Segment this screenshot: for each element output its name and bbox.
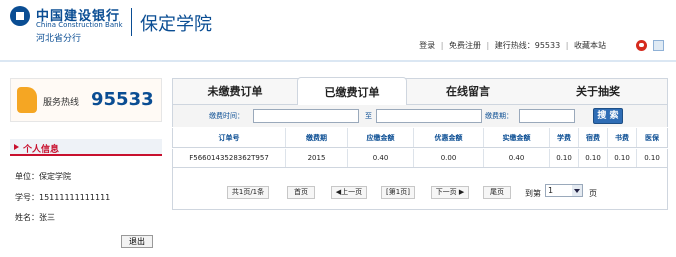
tab-online-message[interactable]: 在线留言 <box>407 79 529 104</box>
unit-info: 单位：保定学院 <box>15 172 71 181</box>
column-header: 订单号 <box>173 128 286 147</box>
page-header: 中国建设银行 China Construction Bank 河北省分行 保定学… <box>0 0 676 62</box>
first-page-button[interactable]: 首页 <box>287 186 315 199</box>
search-bar: 缴费时间： 至 缴费期： 搜 索 <box>172 105 668 127</box>
personal-info-header: 个人信息 <box>10 139 162 156</box>
pagination: 共1页/1条 首页 ◀上一页 [第1页] 下一页 ▶ 尾页 到第 1 页 <box>172 168 668 210</box>
current-page-indicator: [第1页] <box>381 186 415 199</box>
goto-label: 到第 <box>525 189 541 198</box>
top-links: 登录 | 免费注册 | 建行热线：95533 | 收藏本站 <box>419 40 606 51</box>
tab-paid-orders[interactable]: 已缴费订单 <box>297 77 407 106</box>
order-tabs: 未缴费订单 已缴费订单 在线留言 关于抽奖 <box>172 77 668 106</box>
phone-icon <box>17 87 37 113</box>
header-divider <box>131 8 132 36</box>
page-suffix: 页 <box>589 189 597 198</box>
page-summary: 共1页/1条 <box>227 186 269 199</box>
discount-cell: 0.00 <box>414 149 484 167</box>
column-header: 优惠金额 <box>414 128 484 147</box>
to-label: 至 <box>365 112 372 120</box>
pay-period-label: 缴费期： <box>485 112 513 120</box>
hotline-number: 95533 <box>91 89 154 110</box>
chevron-down-icon <box>572 185 582 196</box>
table-row: F5660143528362T957 2015 0.40 0.00 0.40 0… <box>172 149 668 168</box>
search-button[interactable]: 搜 索 <box>593 108 623 124</box>
page-select[interactable]: 1 <box>545 184 583 197</box>
service-hotline-box: 服务热线 95533 <box>10 78 162 122</box>
last-page-button[interactable]: 尾页 <box>483 186 511 199</box>
bookmark-link[interactable]: 收藏本站 <box>574 41 606 50</box>
tuition-cell: 0.10 <box>550 149 579 167</box>
dorm-fee-cell: 0.10 <box>579 149 608 167</box>
page-select-value: 1 <box>548 186 554 195</box>
pay-time-end-input[interactable] <box>376 109 482 123</box>
hotline-label: 服务热线 <box>43 98 80 108</box>
org-title: 保定学院 <box>140 14 212 35</box>
column-header: 学费 <box>550 128 579 147</box>
login-link[interactable]: 登录 <box>419 41 435 50</box>
link-separator: | <box>440 41 444 50</box>
pay-time-start-input[interactable] <box>253 109 359 123</box>
order-number-cell: F5660143528362T957 <box>173 149 286 167</box>
arrow-right-icon <box>14 144 19 150</box>
bank-name-en: China Construction Bank <box>36 21 123 29</box>
column-header: 书费 <box>608 128 637 147</box>
book-fee-cell: 0.10 <box>608 149 637 167</box>
pay-period-input[interactable] <box>519 109 575 123</box>
hotline-text: 建行热线：95533 <box>494 41 561 50</box>
share-icon[interactable] <box>653 40 664 51</box>
name-info: 姓名：张三 <box>15 213 55 222</box>
column-header: 实缴金额 <box>484 128 550 147</box>
amount-paid-cell: 0.40 <box>484 149 550 167</box>
link-separator: | <box>486 41 490 50</box>
personal-info-title: 个人信息 <box>23 145 60 155</box>
ccb-logo-icon <box>10 6 30 26</box>
register-link[interactable]: 免费注册 <box>449 41 481 50</box>
pay-time-label: 缴费时间： <box>209 112 244 120</box>
header-bottom-line <box>0 60 676 62</box>
logout-button[interactable]: 退出 <box>121 235 153 248</box>
prev-page-button[interactable]: ◀上一页 <box>331 186 367 199</box>
column-header: 应缴金额 <box>348 128 414 147</box>
column-header: 宿费 <box>579 128 608 147</box>
column-header: 缴费期 <box>286 128 348 147</box>
weibo-icon[interactable] <box>636 40 647 51</box>
amount-due-cell: 0.40 <box>348 149 414 167</box>
column-header: 医保 <box>645 134 659 142</box>
link-separator: | <box>565 41 569 50</box>
next-page-button[interactable]: 下一页 ▶ <box>431 186 469 199</box>
pay-period-cell: 2015 <box>286 149 348 167</box>
branch-name: 河北省分行 <box>36 34 82 44</box>
orders-table-header: 订单号 缴费期 应缴金额 优惠金额 实缴金额 学费 宿费 书费 医保 <box>172 128 668 148</box>
student-id-info: 学号：15111111111111 <box>15 193 111 202</box>
tab-unpaid-orders[interactable]: 未缴费订单 <box>173 79 297 104</box>
tab-lottery[interactable]: 关于抽奖 <box>529 79 667 104</box>
insurance-cell: 0.10 <box>644 154 660 162</box>
